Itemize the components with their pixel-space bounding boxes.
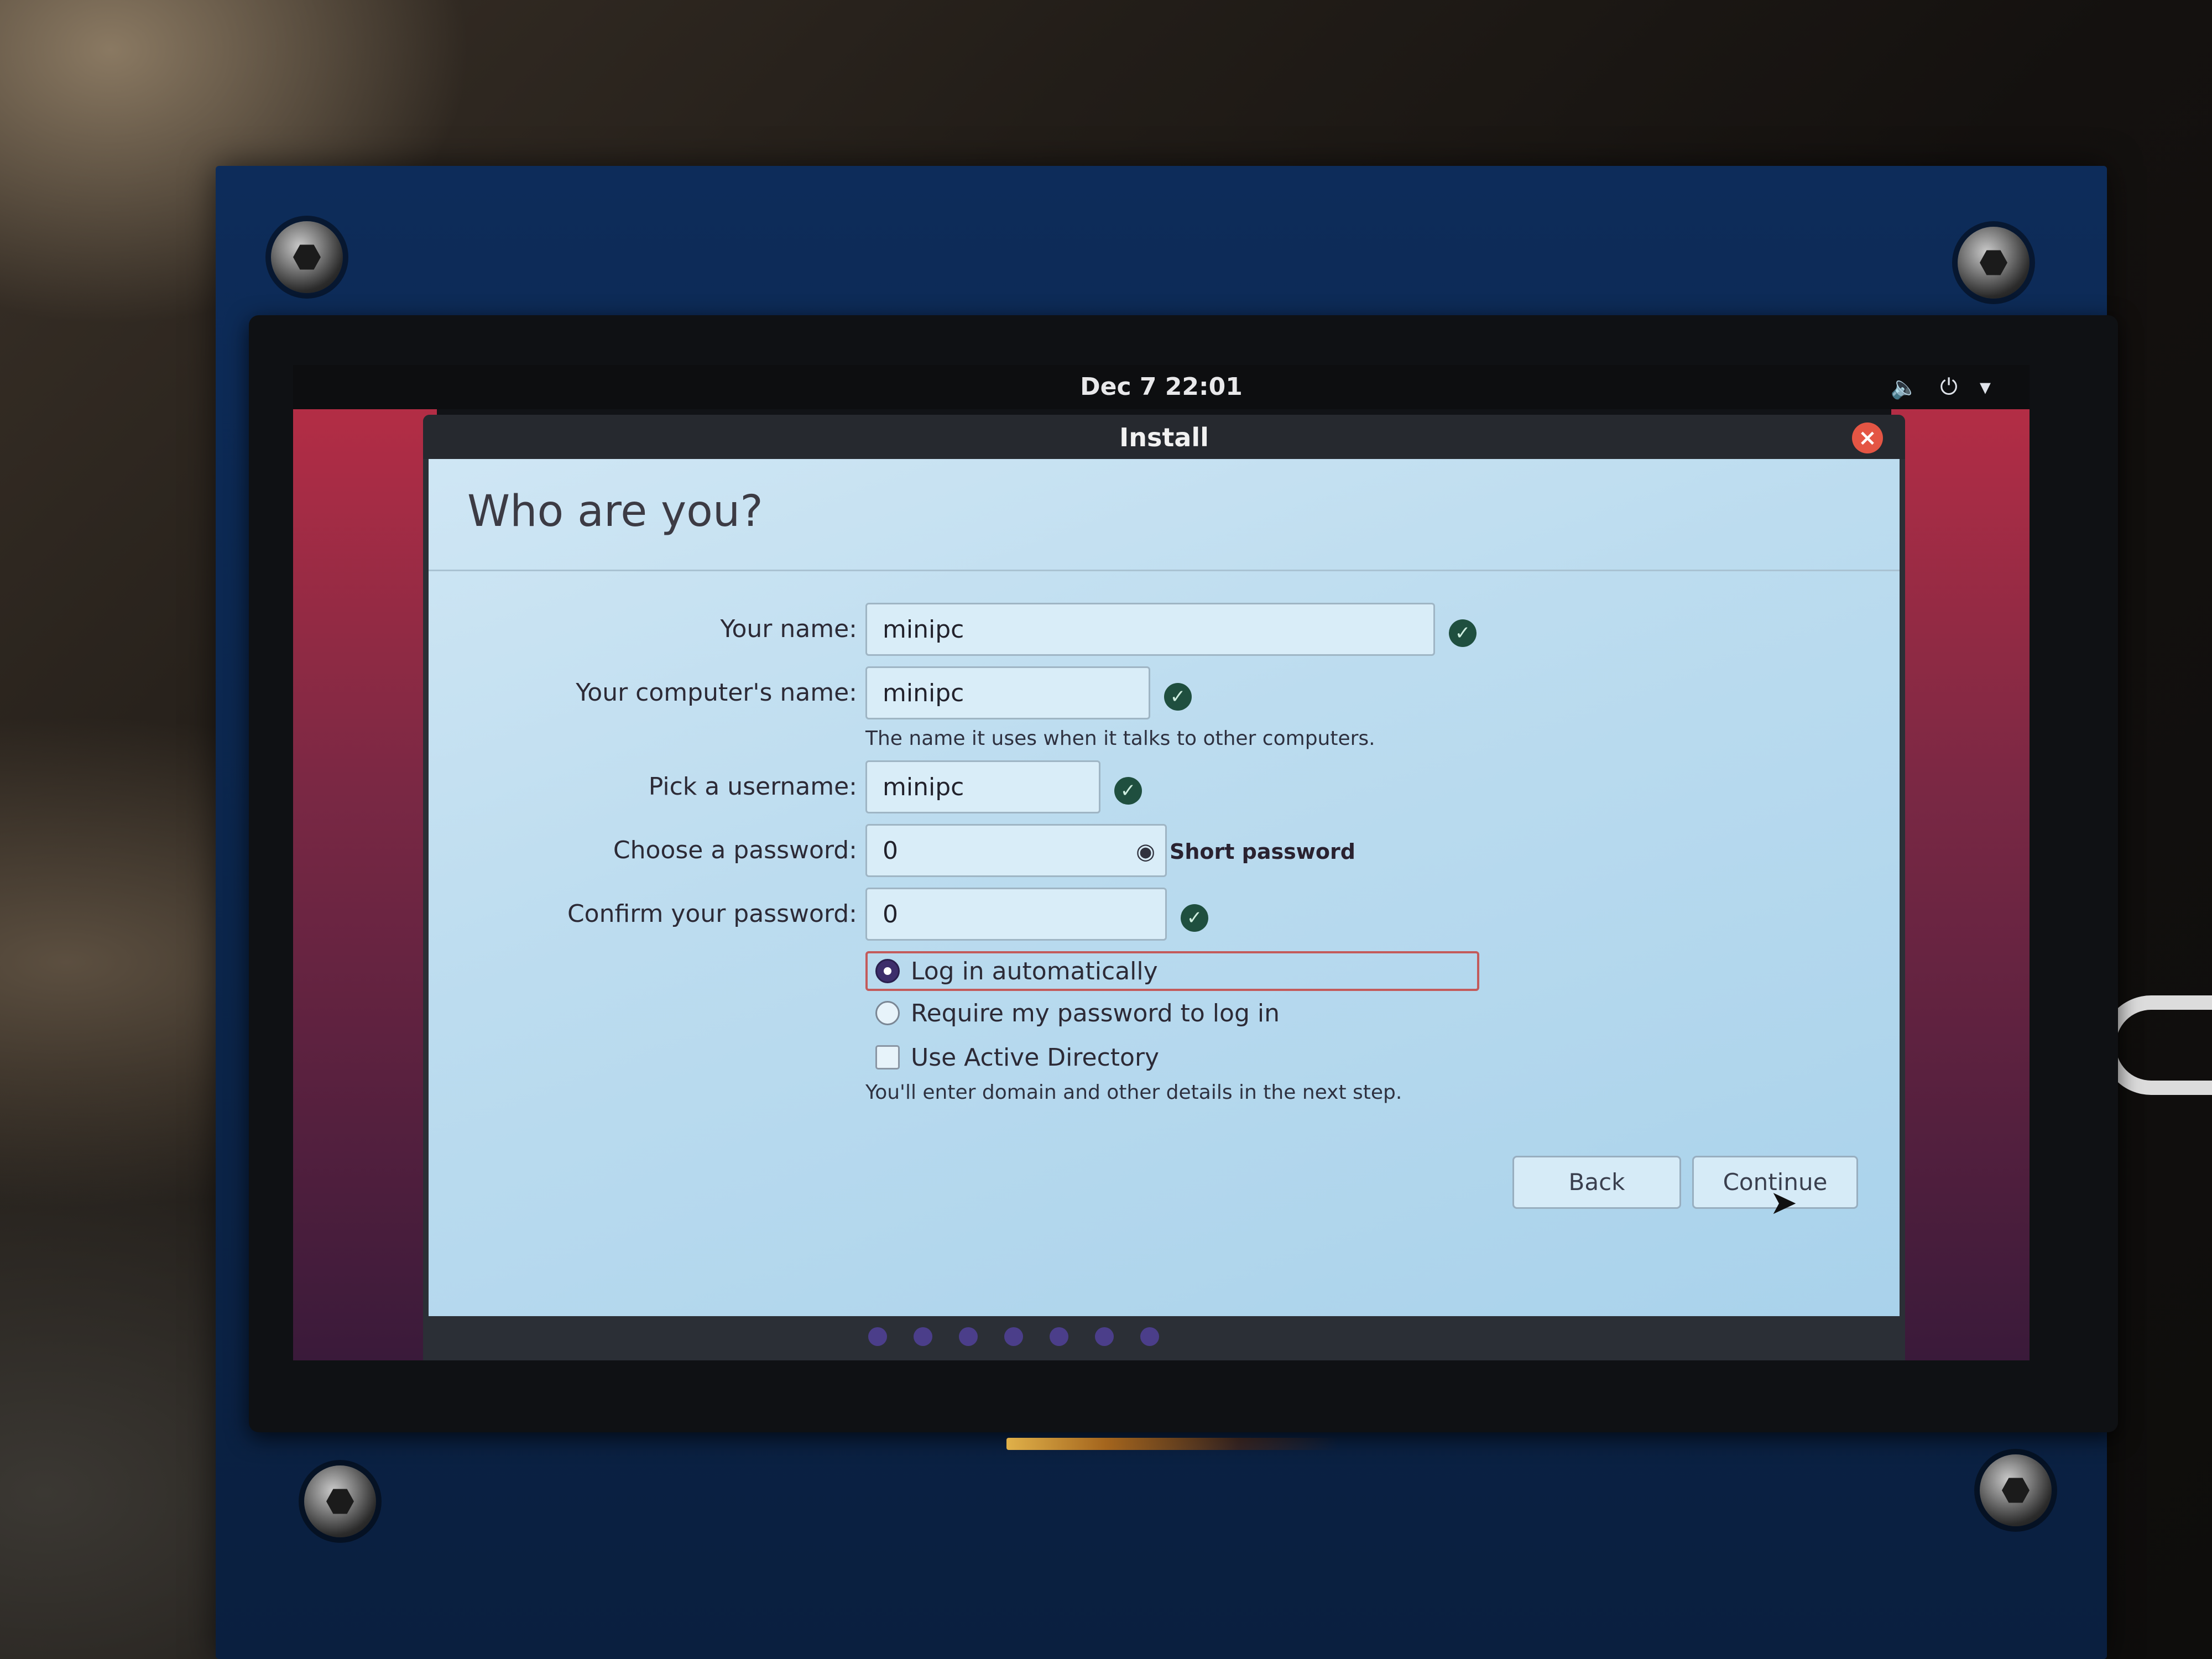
confirm-password-row: Confirm your password: ✓ — [429, 888, 1900, 943]
mouse-cursor-icon: ➤ — [1770, 1183, 1798, 1222]
power-icon[interactable]: ⏻ — [1940, 374, 1958, 400]
computer-name-field-wrapper — [865, 666, 1150, 719]
window-title: Install — [1119, 422, 1209, 452]
computer-name-row: Your computer's name: ✓ — [429, 666, 1900, 722]
active-directory-option[interactable]: Use Active Directory — [865, 1037, 1159, 1077]
confirm-password-field-wrapper — [865, 888, 1167, 941]
close-icon[interactable]: × — [1852, 422, 1883, 453]
password-label: Choose a password: — [613, 836, 857, 864]
confirm-password-label: Confirm your password: — [567, 900, 857, 928]
username-field-wrapper — [865, 760, 1100, 813]
confirm-password-input[interactable] — [867, 889, 1165, 939]
active-directory-hint: You'll enter domain and other details in… — [865, 1081, 1402, 1104]
back-button[interactable]: Back — [1512, 1156, 1681, 1209]
screw-icon — [1958, 227, 2030, 299]
system-tray[interactable]: 🔈 ⏻ ▾ — [1890, 372, 1991, 403]
radio-button[interactable] — [875, 1001, 900, 1025]
desktop-wallpaper — [1891, 409, 2030, 1360]
password-input[interactable] — [867, 826, 1165, 875]
step-dot — [959, 1327, 978, 1346]
step-dot — [868, 1327, 887, 1346]
name-row: Your name: ✓ — [429, 603, 1900, 658]
clock[interactable]: Dec 7 22:01 — [293, 373, 2030, 401]
password-strength: Short password — [1170, 839, 1355, 864]
title-bar: Install × — [423, 415, 1905, 459]
check-icon: ✓ — [1181, 904, 1208, 932]
volume-icon[interactable]: 🔈 — [1890, 374, 1918, 400]
check-icon: ✓ — [1164, 683, 1192, 711]
screw-icon — [304, 1465, 376, 1537]
step-dot — [1095, 1327, 1114, 1346]
name-label: Your name: — [720, 615, 857, 643]
installer-content: Who are you? Your name: ✓ Your computer'… — [429, 459, 1900, 1316]
screw-icon — [271, 221, 343, 293]
login-auto-label: Log in automatically — [911, 957, 1158, 985]
username-row: Pick a username: ✓ — [429, 760, 1900, 816]
top-bar: Dec 7 22:01 🔈 ⏻ ▾ — [293, 365, 2030, 409]
login-password-option[interactable]: Require my password to log in — [865, 993, 1280, 1033]
desktop-wallpaper — [293, 409, 437, 1360]
cable — [2101, 995, 2212, 1095]
monitor-screen: Dec 7 22:01 🔈 ⏻ ▾ Install × Who are you?… — [293, 365, 2030, 1360]
step-dot — [1140, 1327, 1159, 1346]
name-input[interactable] — [867, 604, 1433, 654]
progress-steps — [868, 1327, 1159, 1346]
installer-window: Install × Who are you? Your name: ✓ Your… — [423, 415, 1905, 1360]
active-directory-label: Use Active Directory — [911, 1043, 1160, 1072]
check-icon: ✓ — [1114, 777, 1142, 805]
step-dot — [1004, 1327, 1023, 1346]
step-dot — [914, 1327, 932, 1346]
divider — [429, 570, 1900, 571]
button-row: Back Continue — [429, 1156, 1900, 1211]
username-label: Pick a username: — [648, 773, 857, 801]
step-dot — [1050, 1327, 1068, 1346]
login-auto-option[interactable]: Log in automatically — [865, 951, 1479, 991]
computer-name-hint: The name it uses when it talks to other … — [865, 727, 1375, 750]
name-field-wrapper — [865, 603, 1435, 656]
password-row: Choose a password: ◉ Short password — [429, 824, 1900, 879]
checkbox[interactable] — [875, 1045, 900, 1070]
computer-name-input[interactable] — [867, 668, 1149, 718]
login-password-label: Require my password to log in — [911, 999, 1280, 1027]
chevron-down-icon[interactable]: ▾ — [1980, 374, 1991, 400]
computer-name-label: Your computer's name: — [576, 679, 857, 707]
eye-slash-icon[interactable]: ◉ — [1136, 839, 1155, 864]
screw-icon — [1980, 1454, 2052, 1526]
password-field-wrapper: ◉ — [865, 824, 1167, 877]
radio-button[interactable] — [875, 959, 900, 983]
check-icon: ✓ — [1449, 619, 1477, 647]
status-led — [1006, 1438, 1338, 1450]
page-title: Who are you? — [467, 487, 763, 536]
username-input[interactable] — [867, 762, 1099, 812]
